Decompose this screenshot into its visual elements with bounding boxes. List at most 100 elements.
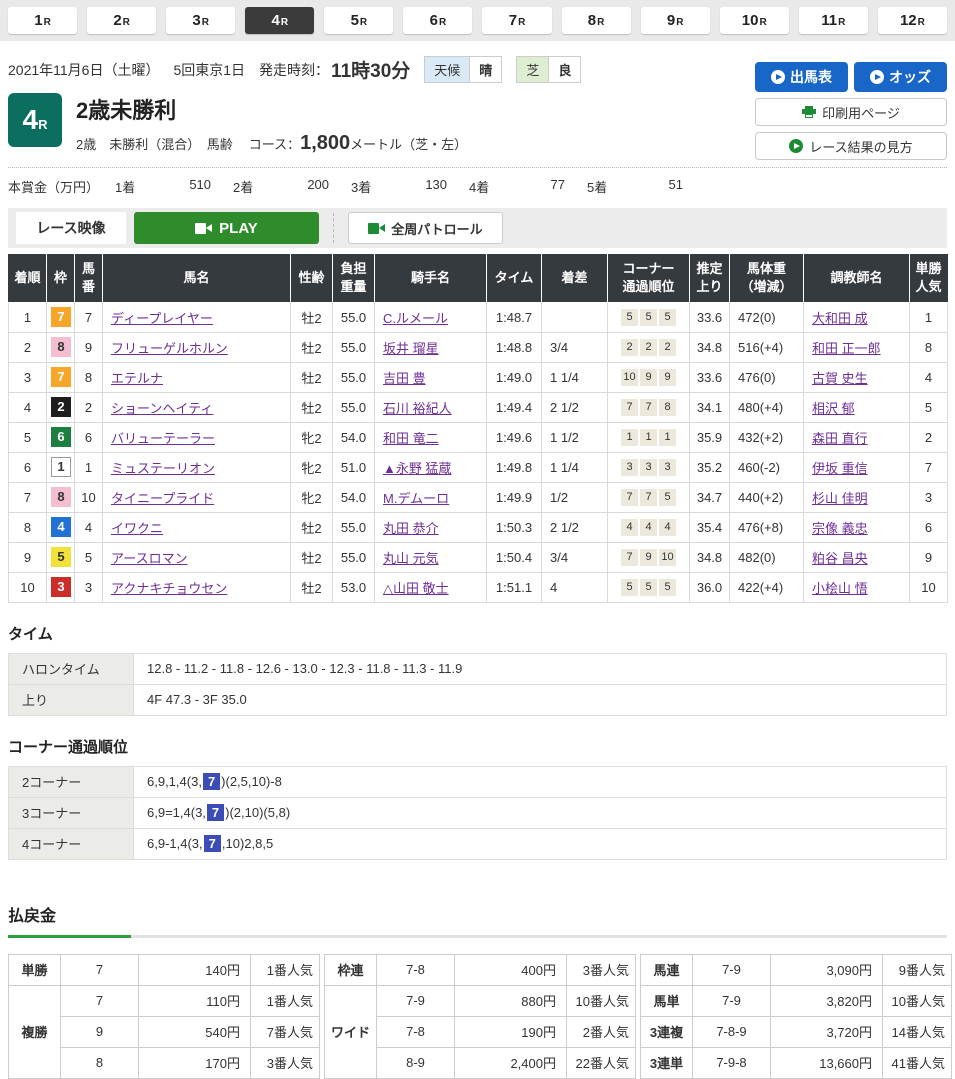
horse-link[interactable]: ショーンヘイティ	[111, 401, 213, 416]
margin: 4	[542, 572, 608, 602]
horse-link[interactable]: イワクニ	[111, 521, 163, 536]
jockey-link[interactable]: 吉田 豊	[383, 371, 426, 386]
patrol-video-button[interactable]: 全周パトロール	[348, 212, 503, 244]
table-row: 8 4 4 イワクニ 牡2 55.0 丸田 恭介 1:50.3 2 1/2 44…	[9, 512, 948, 542]
corner2-label: 2コーナー	[9, 766, 134, 797]
corner-positions: 778	[608, 392, 690, 422]
col-horse-name: 馬名	[103, 254, 291, 302]
margin: 2 1/2	[542, 392, 608, 422]
payout-combo: 7-8	[377, 954, 455, 985]
horse-link[interactable]: フリューゲルホルン	[111, 341, 228, 356]
odds-button[interactable]: オッズ	[854, 62, 947, 92]
trainer-link[interactable]: 宗像 義忠	[812, 521, 868, 536]
finish-position: 9	[9, 542, 47, 572]
horse-weight: 482(0)	[730, 542, 804, 572]
race-tab-6r[interactable]: 6R	[403, 7, 472, 34]
trainer-link[interactable]: 杉山 佳明	[812, 491, 868, 506]
race-tab-3r[interactable]: 3R	[166, 7, 235, 34]
finish-time: 1:48.7	[487, 302, 542, 332]
payout-group-win-place: 単勝 7 140円 1番人気 複勝 7 110円 1番人気 9 540円 7番人…	[8, 954, 320, 1079]
prize-money-row: 本賞金（万円） 1着510 2着200 3着130 4着77 5着51	[8, 168, 947, 206]
horse-weight: 440(+2)	[730, 482, 804, 512]
jockey-link[interactable]: 丸田 恭介	[383, 521, 439, 536]
finish-time: 1:49.8	[487, 452, 542, 482]
finish-time: 1:49.4	[487, 392, 542, 422]
race-tab-2r[interactable]: 2R	[87, 7, 156, 34]
payout-popularity: 41番人気	[883, 1047, 952, 1078]
jockey-link[interactable]: 丸山 元気	[383, 551, 439, 566]
trainer-link[interactable]: 粕谷 昌央	[812, 551, 868, 566]
trainer-link[interactable]: 相沢 郁	[812, 401, 855, 416]
sex-age: 牡2	[291, 542, 333, 572]
race-tab-8r[interactable]: 8R	[562, 7, 631, 34]
jockey-link[interactable]: 石川 裕紀人	[383, 401, 452, 416]
win-popularity: 6	[910, 512, 948, 542]
margin: 1 1/4	[542, 452, 608, 482]
race-tab-10r[interactable]: 10R	[720, 7, 789, 34]
trainer-link[interactable]: 伊坂 重信	[812, 461, 868, 476]
carried-weight: 55.0	[333, 392, 375, 422]
weather-badge: 天候 晴	[424, 56, 502, 83]
last-3f: 36.0	[690, 572, 730, 602]
col-weight: 負担重量	[333, 254, 375, 302]
last-3f: 35.4	[690, 512, 730, 542]
jockey-link[interactable]: M.デムーロ	[383, 491, 449, 506]
frame-badge: 7	[51, 367, 71, 387]
horse-link[interactable]: アースロマン	[111, 551, 188, 566]
trainer-link[interactable]: 森田 直行	[812, 431, 868, 446]
corner3-order: 6,9=1,4(3,7)(2,10)(5,8)	[134, 797, 947, 828]
race-tab-11r[interactable]: 11R	[799, 7, 868, 34]
horse-link[interactable]: エテルナ	[111, 371, 163, 386]
horse-number: 3	[75, 572, 103, 602]
finish-position: 7	[9, 482, 47, 512]
last-3f: 35.2	[690, 452, 730, 482]
jockey-link[interactable]: △山田 敬士	[383, 581, 449, 596]
horse-link[interactable]: ミュステーリオン	[111, 461, 215, 476]
horse-link[interactable]: タイニープライド	[111, 491, 214, 506]
race-tab-4r-active[interactable]: 4R	[245, 7, 314, 34]
shutsuba-button[interactable]: 出馬表	[755, 62, 848, 92]
sex-age: 牡2	[291, 392, 333, 422]
payout-amount: 110円	[139, 985, 251, 1016]
turf-condition-badge: 芝 良	[516, 56, 581, 83]
finish-time: 1:50.4	[487, 542, 542, 572]
payout-combo: 7-9-8	[693, 1047, 771, 1078]
finish-time: 1:49.6	[487, 422, 542, 452]
bet-type-exacta: 馬単	[641, 985, 693, 1016]
horse-weight: 476(0)	[730, 362, 804, 392]
race-header: 出馬表 オッズ 印刷用ページ レース結果の見方 2021年11月6日（土曜） 5…	[0, 56, 955, 206]
print-page-button[interactable]: 印刷用ページ	[755, 98, 947, 126]
payout-heading-underline	[8, 935, 947, 938]
jockey-link[interactable]: 和田 竜二	[383, 431, 439, 446]
trainer-link[interactable]: 大和田 成	[812, 311, 868, 326]
horse-link[interactable]: バリューテーラー	[111, 431, 215, 446]
results-guide-button[interactable]: レース結果の見方	[755, 132, 947, 160]
payout-popularity: 9番人気	[883, 954, 952, 985]
play-button[interactable]: PLAY	[134, 212, 319, 244]
payout-popularity: 1番人気	[251, 954, 320, 985]
arrow-circle-icon	[771, 70, 785, 84]
race-tab-12r[interactable]: 12R	[878, 7, 947, 34]
horse-number: 5	[75, 542, 103, 572]
video-camera-green-icon	[368, 223, 385, 234]
payout-popularity: 2番人気	[567, 1016, 636, 1047]
horse-link[interactable]: ディープレイヤー	[111, 311, 213, 326]
race-tab-9r[interactable]: 9R	[641, 7, 710, 34]
jockey-link[interactable]: 坂井 瑠星	[383, 341, 439, 356]
win-popularity: 10	[910, 572, 948, 602]
payout-amount: 170円	[139, 1047, 251, 1078]
jockey-link[interactable]: C.ルメール	[383, 311, 448, 326]
carried-weight: 54.0	[333, 422, 375, 452]
trainer-link[interactable]: 和田 正一郎	[812, 341, 881, 356]
col-popularity: 単勝人気	[910, 254, 948, 302]
trainer-link[interactable]: 小桧山 悟	[812, 581, 868, 596]
race-tab-7r[interactable]: 7R	[482, 7, 551, 34]
jockey-link[interactable]: ▲永野 猛蔵	[383, 461, 451, 476]
race-tab-5r[interactable]: 5R	[324, 7, 393, 34]
payout-amount: 2,400円	[455, 1047, 567, 1078]
horse-link[interactable]: アクナキチョウセン	[111, 581, 227, 596]
race-tab-1r[interactable]: 1R	[8, 7, 77, 34]
trainer-link[interactable]: 古賀 史生	[812, 371, 868, 386]
last-3f: 34.8	[690, 542, 730, 572]
prize-2nd: 2着200	[233, 177, 351, 196]
